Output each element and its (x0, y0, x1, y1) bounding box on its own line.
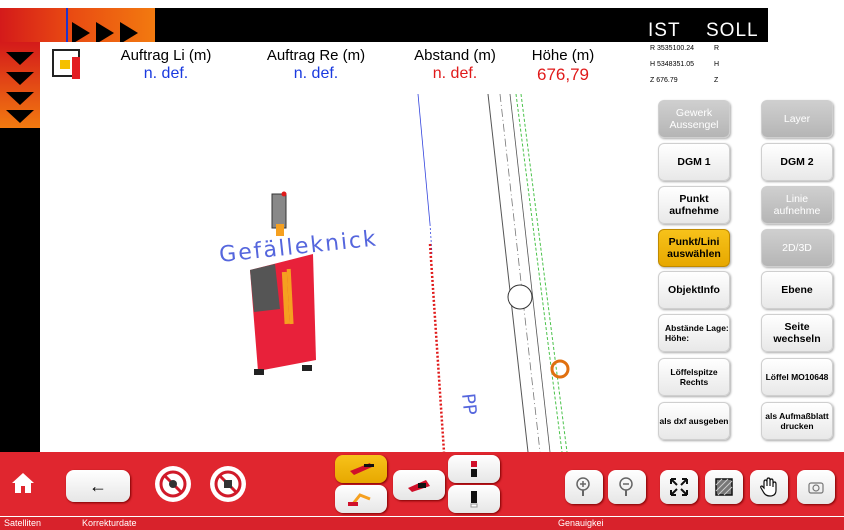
green-line (515, 94, 563, 452)
loeffel-button[interactable]: Löffel MO10648 (761, 358, 833, 396)
excavator-view-side-button[interactable] (335, 485, 387, 513)
aufmassblatt-button[interactable]: als Aufmaßblatt drucken (761, 402, 833, 440)
map-view[interactable]: Gefälleknick PP (40, 94, 644, 452)
road-edge-line (487, 94, 529, 452)
back-arrow-icon: ← (89, 475, 107, 496)
chevron-down-icon (6, 110, 34, 123)
grid-pattern-button[interactable] (705, 470, 743, 504)
readout-header: Auftrag Li (m) n. def. Auftrag Re (m) n.… (40, 42, 644, 94)
chevron-right-icon (72, 22, 90, 44)
auftrag-re-label: Auftrag Re (m) (266, 47, 366, 64)
zoom-in-button[interactable] (565, 470, 603, 504)
fit-extent-button[interactable] (660, 470, 698, 504)
height-up-button[interactable] (448, 455, 500, 483)
target-point-circle (550, 359, 570, 379)
road-center-line (499, 94, 541, 452)
direction-marker (66, 8, 68, 42)
status-bar: Satelliten Korrekturdate Genauigkei (0, 516, 844, 530)
height-down-icon (470, 491, 478, 508)
excavator-view-3d-button[interactable] (393, 470, 445, 500)
camera-icon (808, 482, 824, 494)
layer-button[interactable]: Layer (761, 100, 833, 138)
ist-r-value: R 3535100.24 (650, 45, 694, 52)
direction-indicator (0, 8, 155, 44)
abstand-value: n. def. (432, 65, 478, 82)
punkt-linie-auswaehlen-button[interactable]: Punkt/Lini auswählen (658, 229, 730, 267)
excavator-view-top-button[interactable] (335, 455, 387, 483)
auftrag-li-value: n. def. (143, 65, 189, 82)
excavator-side-icon (348, 493, 371, 506)
satelliten-status: Satelliten (4, 518, 42, 528)
ist-z-value: Z 676.79 (650, 77, 678, 84)
excavator-icon (250, 191, 316, 375)
function-panel: Gewerk Aussengel Layer DGM 1 DGM 2 Punkt… (644, 94, 844, 452)
view-2d3d-button[interactable]: 2D/3D (761, 229, 833, 267)
dgm2-button[interactable]: DGM 2 (761, 143, 833, 181)
soll-h-value: H (714, 61, 720, 68)
map-canvas[interactable]: Gefälleknick PP (40, 94, 644, 452)
hoehe-readout: Höhe (m) 676,79 (522, 47, 604, 85)
chevron-right-icon (96, 22, 114, 44)
manhole-circle (507, 284, 533, 310)
chevron-down-icon (6, 52, 34, 65)
app-window: Auftrag Li (m) n. def. Auftrag Re (m) n.… (0, 0, 844, 530)
excavator-arm-icon (350, 463, 374, 475)
ist-label: IST (648, 20, 681, 42)
zoom-out-icon (619, 477, 633, 496)
map-annotation-pp: PP (457, 392, 480, 416)
auftrag-li-readout: Auftrag Li (m) n. def. (110, 47, 222, 83)
zoom-out-button[interactable] (608, 470, 646, 504)
hoehe-value: 676,79 (537, 65, 589, 84)
hatch-icon (715, 478, 733, 496)
auftrag-re-value: n. def. (293, 65, 339, 82)
genauigkeit-status: Genauigkei (558, 518, 604, 528)
soll-z-value: Z (714, 77, 719, 84)
chevron-right-icon (120, 22, 138, 44)
auftrag-re-readout: Auftrag Re (m) n. def. (255, 47, 377, 83)
excavator-3d-icon (408, 480, 430, 492)
survey-line-blue (417, 94, 431, 225)
dxf-export-button[interactable]: als dxf ausgeben (658, 402, 730, 440)
bottom-toolbar: ← (0, 452, 844, 516)
home-icon[interactable] (10, 470, 36, 496)
expand-arrows-icon (670, 478, 688, 496)
dgm1-button[interactable]: DGM 1 (658, 143, 730, 181)
vertical-direction-indicator (0, 42, 40, 128)
soll-r-value: R (714, 45, 720, 52)
abstaende-button[interactable]: Abstände Lage: Höhe: (658, 314, 730, 352)
hoehe-label: Höhe (m) (531, 47, 595, 64)
soll-label: SOLL (706, 20, 759, 41)
pan-button[interactable] (750, 470, 788, 504)
ist-h-value: H 5348351.05 (650, 61, 694, 68)
no-gps-icon[interactable] (155, 466, 191, 502)
chevron-down-icon (6, 92, 34, 105)
hand-icon (760, 477, 777, 497)
no-signal-icon[interactable] (210, 466, 246, 502)
linie-aufnehmen-button[interactable]: Linie aufnehme (761, 186, 833, 224)
auftrag-li-label: Auftrag Li (m) (120, 47, 212, 64)
height-up-icon (471, 461, 477, 477)
screenshot-button[interactable] (797, 470, 835, 504)
zoom-in-icon (576, 477, 590, 496)
coordinate-panel: IST SOLL R 3535100.24 H 5348351.05 Z 676… (644, 20, 844, 92)
abstand-label: Abstand (m) (414, 47, 496, 64)
abstand-readout: Abstand (m) n. def. (402, 47, 508, 83)
korrekturdaten-status: Korrekturdate (82, 518, 137, 528)
back-button[interactable]: ← (66, 470, 130, 502)
chevron-down-icon (6, 72, 34, 85)
objektinfo-button[interactable]: ObjektInfo (658, 271, 730, 309)
seite-wechseln-button[interactable]: Seite wechseln (761, 314, 833, 352)
ebene-button[interactable]: Ebene (761, 271, 833, 309)
punkt-aufnehmen-button[interactable]: Punkt aufnehme (658, 186, 730, 224)
height-down-button[interactable] (448, 485, 500, 513)
red-dashed-line (428, 243, 446, 452)
gewerk-button[interactable]: Gewerk Aussengel (658, 100, 730, 138)
loeffelspitze-button[interactable]: Löffelspitze Rechts (658, 358, 730, 396)
app-logo-icon[interactable] (52, 49, 80, 79)
